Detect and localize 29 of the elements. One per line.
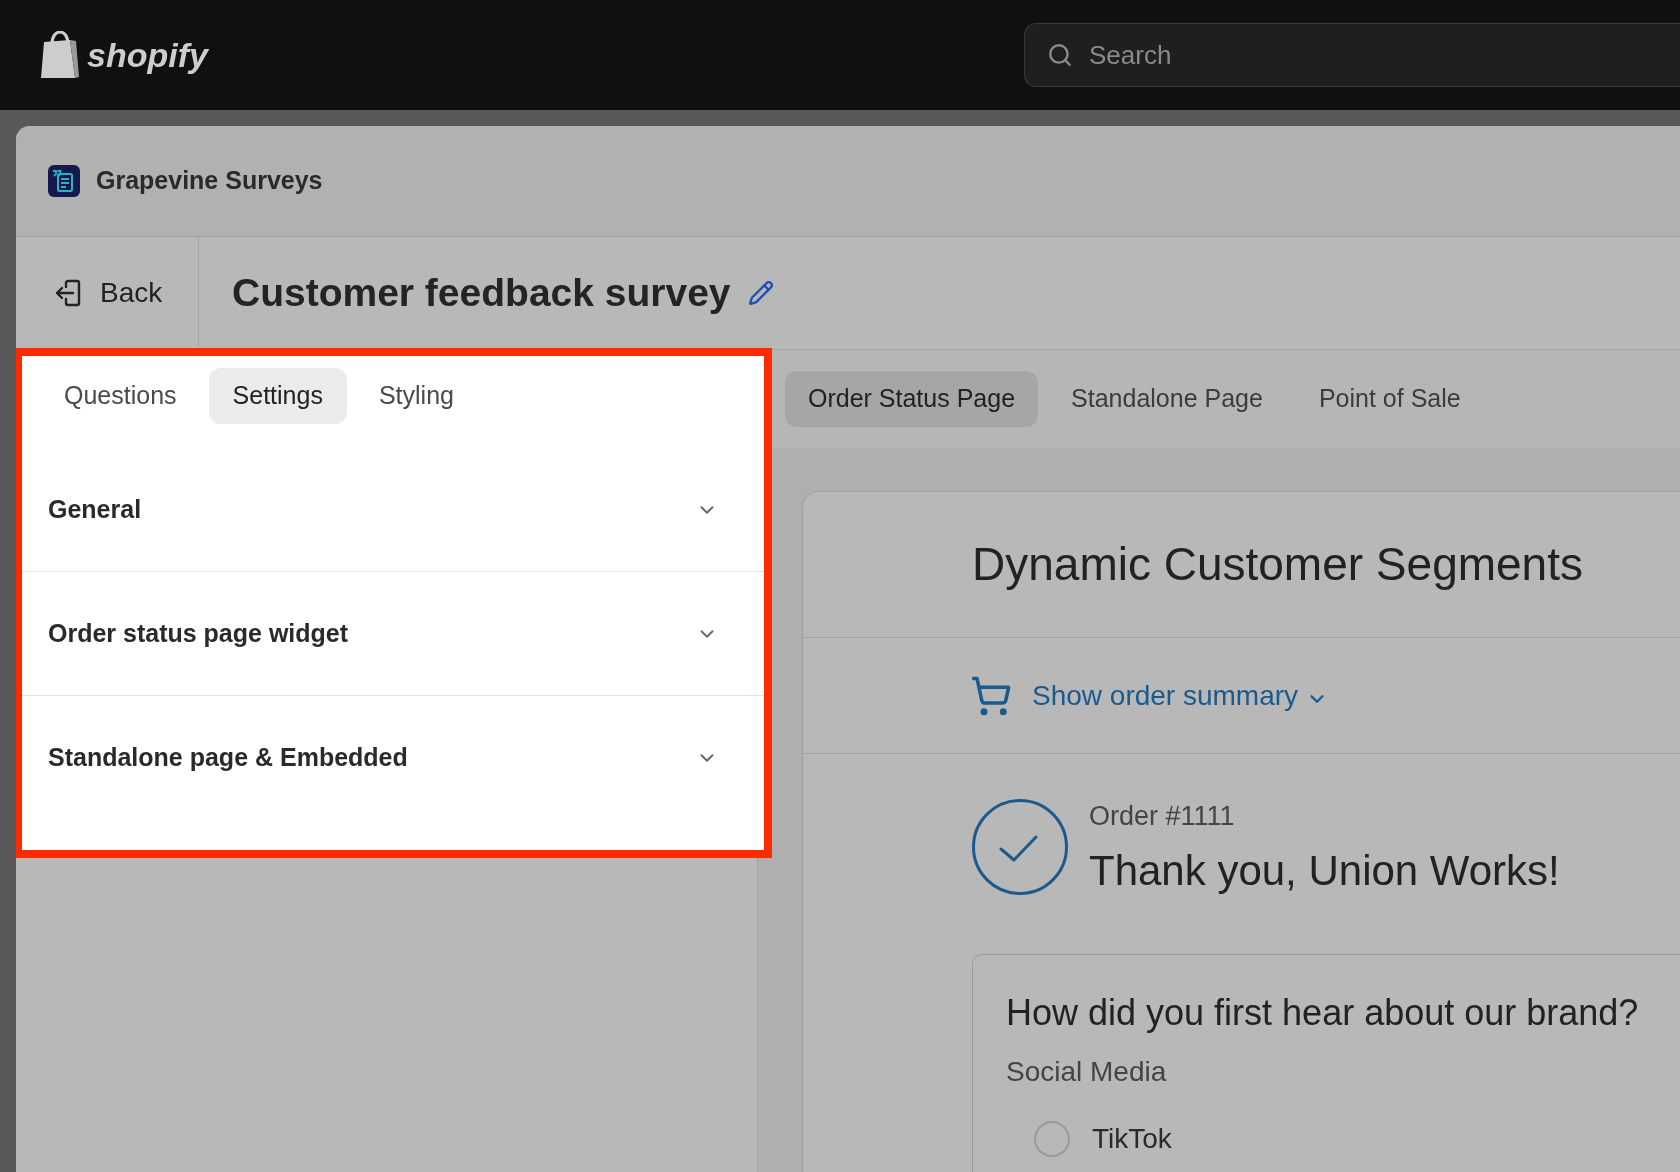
search-field[interactable]: Search	[1024, 23, 1680, 87]
preview-tab[interactable]: Point of Sale	[1295, 371, 1484, 427]
option-label: TikTok	[1092, 1122, 1172, 1156]
editor-tab[interactable]: Questions	[40, 368, 201, 424]
pencil-icon[interactable]	[747, 280, 774, 306]
back-button[interactable]: Back	[16, 237, 199, 349]
accordion-header[interactable]: Order status page widget	[22, 572, 764, 696]
accordion-header[interactable]: Standalone page & Embedded	[22, 696, 764, 820]
cart-icon	[970, 674, 1012, 717]
logo-wordmark[interactable]: shopify	[87, 38, 208, 72]
document-tile-icon	[48, 165, 80, 197]
editor-tab[interactable]: Styling	[354, 368, 478, 424]
accordion-header[interactable]: General	[22, 448, 764, 572]
thank-you-heading: Thank you, Union Works!	[1089, 846, 1560, 896]
editor-tab[interactable]: Settings	[208, 368, 347, 424]
shop-name: Dynamic Customer Segments	[972, 537, 1583, 592]
survey-question: How did you first hear about our brand?	[1006, 991, 1640, 1034]
preview-tab[interactable]: Standalone Page	[1048, 371, 1286, 427]
check-circle-icon	[972, 799, 1068, 895]
page-title: Customer feedback survey	[232, 269, 731, 316]
shopping-bag-icon	[40, 31, 80, 79]
app-title: Grapevine Surveys	[96, 165, 323, 197]
radio-button[interactable]	[1034, 1121, 1070, 1157]
preview-tab[interactable]: Order Status Page	[785, 371, 1039, 427]
answer-category: Social Media	[1006, 1055, 1168, 1089]
order-number: Order #1111	[1089, 800, 1236, 833]
order-summary-toggle[interactable]: Show order summary	[1032, 674, 1329, 717]
back-arrow-icon	[55, 279, 81, 307]
search-icon	[1047, 42, 1073, 68]
